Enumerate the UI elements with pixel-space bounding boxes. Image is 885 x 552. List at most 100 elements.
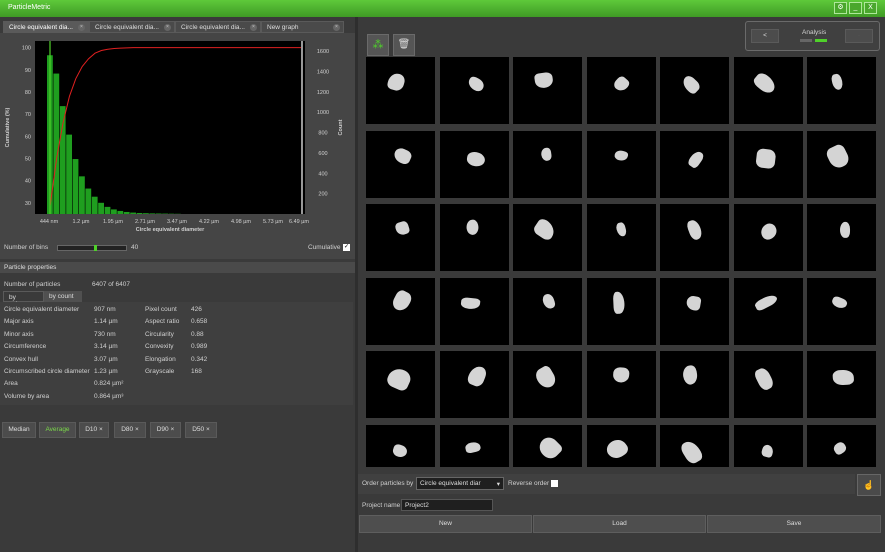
settings-button[interactable]: ⚙ xyxy=(834,2,847,14)
particle-thumbnail[interactable] xyxy=(513,57,582,124)
order-select[interactable]: Circle equivalent diar ▾ xyxy=(416,477,504,490)
particle-thumbnail[interactable] xyxy=(733,57,803,124)
particle-thumbnail[interactable] xyxy=(660,424,729,467)
d10-button[interactable]: D10 × xyxy=(79,422,109,438)
particle-thumbnail[interactable] xyxy=(586,351,656,418)
particle-thumbnail[interactable] xyxy=(513,277,582,345)
particle-thumbnail[interactable] xyxy=(439,204,509,271)
particle-thumbnail[interactable] xyxy=(807,130,876,198)
particle-thumbnail[interactable] xyxy=(439,130,509,198)
property-value: 0.342 xyxy=(191,355,208,363)
analysis-prev-button[interactable]: < xyxy=(751,29,779,43)
particle-thumbnail[interactable] xyxy=(586,130,656,198)
particle-thumbnail[interactable] xyxy=(366,204,435,271)
particle-shape xyxy=(682,364,699,386)
close-icon[interactable]: × xyxy=(135,426,139,433)
particle-thumbnail[interactable] xyxy=(733,277,803,345)
close-tab-icon[interactable]: × xyxy=(333,24,340,31)
export-button[interactable]: ☝ xyxy=(857,474,881,496)
particle-thumbnail[interactable] xyxy=(366,424,435,467)
tab-by-volume[interactable]: by volume xyxy=(3,291,44,308)
particle-thumbnail[interactable] xyxy=(439,424,509,467)
property-name: Area xyxy=(4,380,18,388)
close-icon[interactable]: × xyxy=(99,426,103,433)
tab-by-count[interactable]: by count xyxy=(44,291,82,302)
y-tick-left: 80 xyxy=(25,90,31,96)
close-icon[interactable]: × xyxy=(206,426,210,433)
minimize-button[interactable]: _ xyxy=(849,2,862,14)
y-tick-right: 200 xyxy=(318,192,327,198)
particle-thumbnail[interactable] xyxy=(513,351,582,418)
particle-thumbnail[interactable] xyxy=(660,57,729,124)
new-button[interactable]: New xyxy=(359,515,532,533)
average-button[interactable]: Average xyxy=(39,422,76,438)
particle-thumbnail[interactable] xyxy=(366,57,435,124)
y-tick-right: 600 xyxy=(318,151,327,157)
particle-shape xyxy=(465,74,486,94)
y-tick-left: 100 xyxy=(22,46,31,52)
particle-shape xyxy=(830,294,849,311)
cumulative-checkbox[interactable]: ✓ xyxy=(343,244,350,251)
tab-new-graph[interactable]: New graph × xyxy=(261,21,344,33)
particle-thumbnail[interactable] xyxy=(586,204,656,271)
close-tab-icon[interactable]: × xyxy=(164,24,171,31)
particle-thumbnail[interactable] xyxy=(660,351,729,418)
particle-thumbnail[interactable] xyxy=(586,57,656,124)
x-tick: 6.49 µm xyxy=(289,219,309,225)
particle-shape xyxy=(832,369,855,386)
project-name-input[interactable]: Project2 xyxy=(401,499,493,511)
bins-slider-thumb[interactable] xyxy=(94,245,98,251)
particle-thumbnail[interactable] xyxy=(733,204,803,271)
close-tab-icon[interactable]: × xyxy=(250,24,257,31)
particle-thumbnail[interactable] xyxy=(366,277,435,345)
particle-thumbnail[interactable] xyxy=(807,57,876,124)
median-button[interactable]: Median xyxy=(2,422,36,438)
close-window-button[interactable]: X xyxy=(864,2,877,14)
particle-thumbnail[interactable] xyxy=(586,424,656,467)
close-tab-icon[interactable]: × xyxy=(78,24,85,31)
save-button[interactable]: Save xyxy=(707,515,881,533)
particle-thumbnail[interactable] xyxy=(366,351,435,418)
particle-shape xyxy=(824,142,852,171)
particle-thumbnail[interactable] xyxy=(807,277,876,345)
close-icon[interactable]: × xyxy=(170,426,174,433)
particle-thumbnail[interactable] xyxy=(733,424,803,467)
reverse-order-checkbox[interactable] xyxy=(551,480,558,487)
load-button[interactable]: Load xyxy=(533,515,706,533)
tab-graph-2[interactable]: Circle equivalent dia... × xyxy=(89,21,175,33)
histogram-bar xyxy=(136,212,143,214)
particle-thumbnail[interactable] xyxy=(439,351,509,418)
particle-thumbnail[interactable] xyxy=(807,424,876,467)
particle-gallery xyxy=(366,57,882,467)
particle-thumbnail[interactable] xyxy=(439,277,509,345)
trash-button[interactable]: 🗑 xyxy=(393,34,415,56)
particles-button[interactable]: ⁂ xyxy=(367,34,389,56)
histogram-bar xyxy=(91,196,98,214)
d90-button[interactable]: D90 × xyxy=(150,422,181,438)
particle-thumbnail[interactable] xyxy=(807,351,876,418)
y-tick-right: 400 xyxy=(318,171,327,177)
d50-button[interactable]: D50 × xyxy=(185,422,217,438)
particle-shape xyxy=(680,73,703,96)
particle-thumbnail[interactable] xyxy=(439,57,509,124)
bins-slider[interactable] xyxy=(57,245,127,251)
tab-graph-1[interactable]: Circle equivalent dia... × xyxy=(3,21,89,33)
particle-thumbnail[interactable] xyxy=(513,130,582,198)
particle-shape xyxy=(686,218,705,242)
particle-thumbnail[interactable] xyxy=(733,351,803,418)
particle-thumbnail[interactable] xyxy=(733,130,803,198)
property-value: 168 xyxy=(191,368,202,375)
particles-icon: ⁂ xyxy=(372,39,384,51)
particle-thumbnail[interactable] xyxy=(586,277,656,345)
particle-thumbnail[interactable] xyxy=(660,130,729,198)
tab-graph-3[interactable]: Circle equivalent dia... × xyxy=(175,21,261,33)
y-tick-right: 1200 xyxy=(317,90,329,96)
particle-thumbnail[interactable] xyxy=(660,277,729,345)
particle-thumbnail[interactable] xyxy=(660,204,729,271)
particle-thumbnail[interactable] xyxy=(366,130,435,198)
particle-thumbnail[interactable] xyxy=(807,204,876,271)
analysis-next-button[interactable]: - xyxy=(845,29,873,43)
particle-thumbnail[interactable] xyxy=(513,204,582,271)
particle-thumbnail[interactable] xyxy=(513,424,582,467)
d80-button[interactable]: D80 × xyxy=(114,422,146,438)
